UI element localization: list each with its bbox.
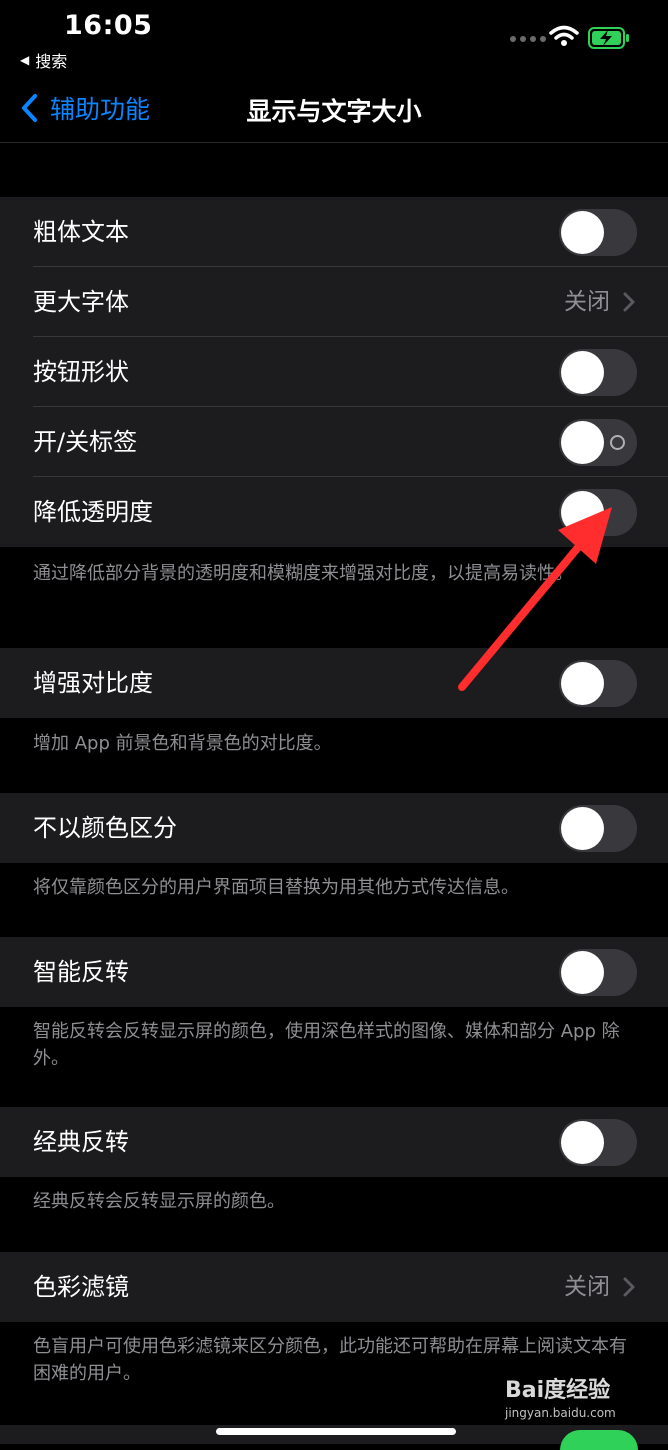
watermark-url: jingyan.baidu.com [505, 1406, 616, 1420]
watermark-logo: Bai度经验 jingyan.baidu.com [505, 1372, 635, 1432]
watermark-brand: Bai度经验 [505, 1378, 611, 1403]
home-indicator[interactable] [216, 1428, 456, 1435]
annotation-arrow [458, 507, 612, 691]
